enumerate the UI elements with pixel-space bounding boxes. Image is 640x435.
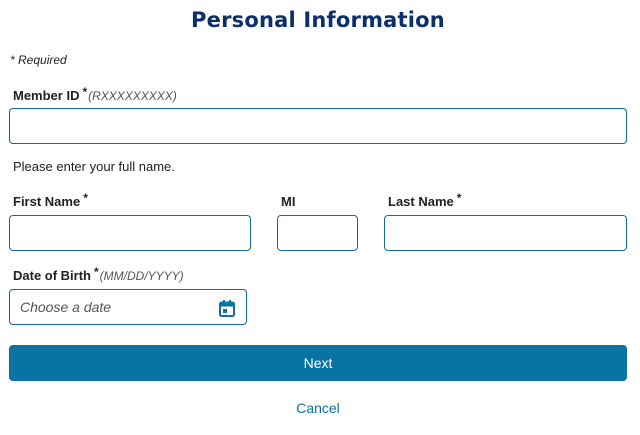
- cancel-link[interactable]: Cancel: [0, 400, 636, 416]
- calendar-icon[interactable]: [219, 300, 235, 317]
- first-name-label-text: First Name: [13, 194, 81, 209]
- last-name-label-text: Last Name: [388, 194, 454, 209]
- first-name-label: First Name *: [13, 191, 88, 209]
- page-title: Personal Information: [191, 8, 445, 32]
- required-asterisk: *: [83, 191, 88, 205]
- date-of-birth-label: Date of Birth *(MM/DD/YYYY): [13, 265, 184, 283]
- personal-information-page: Personal Information * Required Member I…: [0, 0, 640, 435]
- date-of-birth-label-text: Date of Birth: [13, 268, 91, 283]
- middle-initial-label: MI: [281, 194, 295, 209]
- member-id-field-wrapper: [9, 108, 627, 144]
- required-asterisk: *: [82, 85, 88, 99]
- last-name-input[interactable]: [385, 216, 626, 250]
- first-name-input[interactable]: [10, 216, 250, 250]
- middle-initial-input[interactable]: [278, 216, 357, 250]
- required-asterisk: *: [456, 191, 462, 205]
- next-button[interactable]: Next: [9, 345, 627, 381]
- required-note: * Required: [10, 53, 67, 67]
- full-name-instruction: Please enter your full name.: [13, 159, 175, 174]
- date-of-birth-format-hint: (MM/DD/YYYY): [99, 269, 184, 283]
- required-asterisk: *: [94, 265, 99, 279]
- last-name-label: Last Name *: [388, 191, 462, 209]
- middle-initial-field-wrapper: [277, 215, 358, 251]
- date-of-birth-field-wrapper: [9, 289, 247, 325]
- last-name-field-wrapper: [384, 215, 627, 251]
- member-id-input[interactable]: [10, 109, 626, 143]
- member-id-format-hint: (RXXXXXXXXX): [88, 89, 177, 103]
- member-id-label-text: Member ID: [13, 88, 80, 103]
- date-of-birth-input[interactable]: [10, 290, 246, 324]
- first-name-field-wrapper: [9, 215, 251, 251]
- member-id-label: Member ID *(RXXXXXXXXX): [13, 85, 177, 103]
- middle-initial-label-text: MI: [281, 194, 296, 209]
